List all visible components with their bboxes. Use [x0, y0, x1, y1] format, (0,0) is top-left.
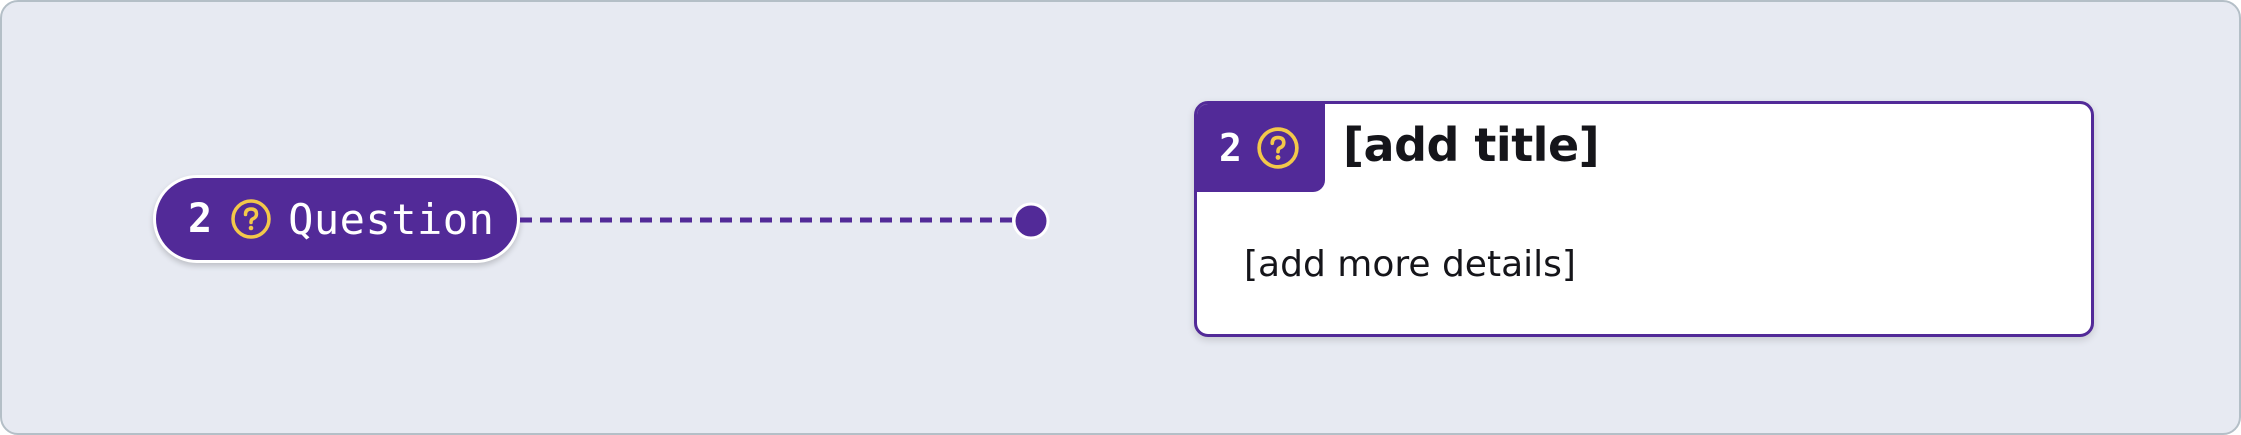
card-title[interactable]: [add title] — [1343, 118, 1600, 172]
node-label: Question — [288, 194, 495, 244]
diagram-canvas: 2 Question 2 [add title] [add more detai… — [0, 0, 2241, 435]
question-circle-icon — [1256, 126, 1300, 170]
connector-endpoint-dot[interactable] — [1011, 201, 1051, 241]
question-circle-icon — [230, 198, 272, 240]
dashed-connector — [520, 217, 1020, 223]
node-number: 2 — [188, 196, 213, 242]
card-badge: 2 — [1197, 104, 1325, 192]
card-number: 2 — [1219, 126, 1242, 170]
question-card[interactable]: 2 [add title] [add more details] — [1194, 101, 2094, 337]
question-node[interactable]: 2 Question — [153, 175, 520, 263]
card-details[interactable]: [add more details] — [1244, 244, 1576, 285]
